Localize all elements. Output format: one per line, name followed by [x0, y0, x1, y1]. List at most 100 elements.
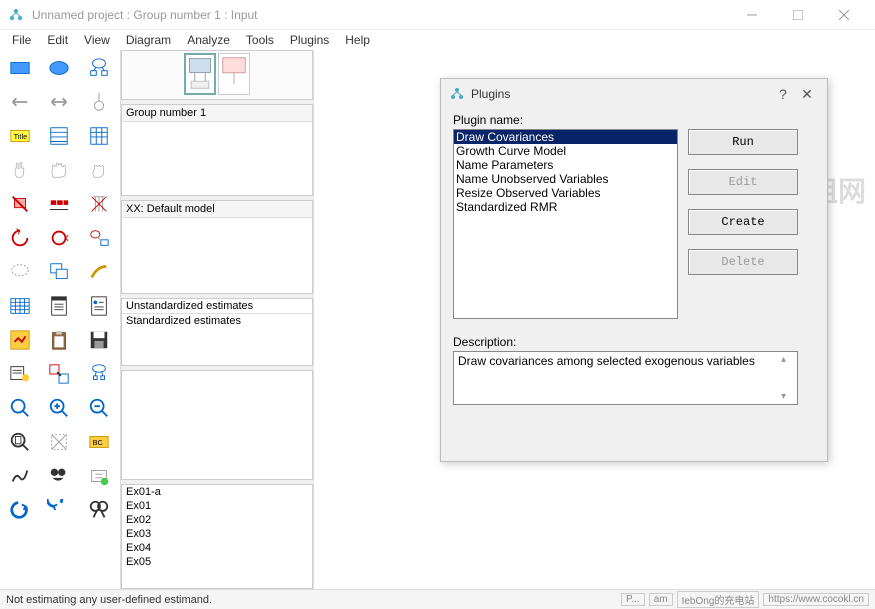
dialog-help-button[interactable]: ?	[771, 86, 795, 102]
close-button[interactable]	[821, 0, 867, 30]
tool-duplicate[interactable]	[41, 256, 77, 288]
tool-redo[interactable]	[2, 494, 38, 526]
dialog-close-button[interactable]: ✕	[795, 86, 819, 103]
app-icon	[8, 7, 24, 23]
models-header[interactable]: XX: Default model	[122, 201, 312, 218]
tool-multi-group[interactable]	[2, 460, 38, 492]
minimize-button[interactable]	[729, 0, 775, 30]
tool-spreadsheet[interactable]	[2, 290, 38, 322]
tool-mirror[interactable]	[81, 222, 117, 254]
tool-loupe[interactable]	[81, 358, 117, 390]
menu-view[interactable]: View	[76, 31, 118, 49]
files-panel: Ex01-aEx01Ex02Ex03Ex04Ex05	[121, 484, 313, 589]
file-item[interactable]: Ex01-a	[122, 485, 312, 499]
tool-output[interactable]	[81, 290, 117, 322]
file-item[interactable]: Ex02	[122, 513, 312, 527]
plugin-item[interactable]: Growth Curve Model	[454, 144, 677, 158]
run-button[interactable]: Run	[688, 129, 798, 155]
tool-left-arrow[interactable]	[2, 86, 38, 118]
tool-resize[interactable]	[41, 426, 77, 458]
tool-list-vars[interactable]	[41, 120, 77, 152]
menu-tools[interactable]: Tools	[238, 31, 282, 49]
tool-analysis[interactable]	[2, 324, 38, 356]
estimate-unstandardized[interactable]: Unstandardized estimates	[122, 299, 312, 314]
file-item[interactable]: Ex04	[122, 541, 312, 555]
plugin-name-label: Plugin name:	[453, 113, 815, 127]
tool-object-props[interactable]	[2, 358, 38, 390]
tool-bayesian[interactable]: BC	[81, 426, 117, 458]
plugin-item[interactable]: Name Parameters	[454, 158, 677, 172]
menu-bar: File Edit View Diagram Analyze Tools Plu…	[0, 30, 875, 50]
description-text: Draw covariances among selected exogenou…	[458, 354, 755, 368]
plugin-item[interactable]: Draw Covariances	[454, 130, 677, 144]
status-seg-1: P...	[621, 593, 645, 606]
tool-print[interactable]	[41, 460, 77, 492]
tool-dataset[interactable]	[81, 120, 117, 152]
tool-spec-search[interactable]	[41, 494, 77, 526]
menu-analyze[interactable]: Analyze	[179, 31, 238, 49]
tool-rectangle[interactable]	[2, 52, 38, 84]
plugin-item[interactable]: Standardized RMR	[454, 200, 677, 214]
tool-shred[interactable]	[81, 188, 117, 220]
tool-zoom-out[interactable]	[81, 392, 117, 424]
file-item[interactable]: Ex05	[122, 555, 312, 569]
tool-ellipse[interactable]	[41, 52, 77, 84]
menu-help[interactable]: Help	[337, 31, 378, 49]
tool-multi-hand[interactable]	[41, 154, 77, 186]
tool-lasso[interactable]	[2, 256, 38, 288]
tool-save[interactable]	[81, 324, 117, 356]
tool-properties[interactable]	[41, 290, 77, 322]
menu-diagram[interactable]: Diagram	[118, 31, 179, 49]
thumbnail-input[interactable]	[184, 53, 216, 95]
menu-file[interactable]: File	[4, 31, 39, 49]
tool-right-arrow[interactable]	[41, 86, 77, 118]
svg-text:BC: BC	[92, 438, 103, 447]
description-box[interactable]: Draw covariances among selected exogenou…	[453, 351, 798, 405]
file-item[interactable]: Ex03	[122, 527, 312, 541]
tool-drag-props[interactable]	[41, 358, 77, 390]
delete-button[interactable]: Delete	[688, 249, 798, 275]
description-scroll[interactable]: ▴▾	[781, 354, 795, 402]
model-thumbnails	[121, 50, 313, 100]
tool-zoom-in[interactable]	[41, 392, 77, 424]
tool-zoom-area[interactable]	[2, 392, 38, 424]
groups-header[interactable]: Group number 1	[122, 105, 312, 122]
tool-undo[interactable]	[81, 460, 117, 492]
estimate-standardized[interactable]: Standardized estimates	[122, 314, 312, 328]
models-panel: XX: Default model	[121, 200, 313, 294]
tool-grab[interactable]	[81, 154, 117, 186]
tool-title[interactable]: Title	[2, 120, 38, 152]
dialog-title: Plugins	[471, 87, 771, 101]
edit-button[interactable]: Edit	[688, 169, 798, 195]
plugin-list[interactable]: Draw CovariancesGrowth Curve ModelName P…	[453, 129, 678, 319]
tool-latent-var[interactable]	[81, 52, 117, 84]
tool-connector[interactable]	[81, 86, 117, 118]
plugin-item[interactable]: Resize Observed Variables	[454, 186, 677, 200]
description-label: Description:	[453, 335, 815, 349]
tool-rotate-cw[interactable]	[41, 222, 77, 254]
status-seg-2: am	[649, 593, 673, 606]
maximize-button[interactable]	[775, 0, 821, 30]
dialog-titlebar[interactable]: Plugins ? ✕	[441, 79, 827, 109]
tool-single-hand[interactable]	[2, 154, 38, 186]
plugin-item[interactable]: Name Unobserved Variables	[454, 172, 677, 186]
parameters-panel	[121, 370, 313, 480]
file-item[interactable]: Ex01	[122, 499, 312, 513]
dialog-icon	[449, 86, 465, 102]
menu-plugins[interactable]: Plugins	[282, 31, 337, 49]
tool-erase-multi[interactable]	[41, 188, 77, 220]
tool-rotate-left[interactable]	[2, 222, 38, 254]
window-title: Unnamed project : Group number 1 : Input	[32, 8, 729, 22]
side-panels: Group number 1 XX: Default model Unstand…	[121, 50, 313, 589]
menu-edit[interactable]: Edit	[39, 31, 76, 49]
status-seg-4: https://www.cocokl.cn	[763, 593, 869, 606]
plugins-dialog: Plugins ? ✕ Plugin name: Draw Covariance…	[440, 78, 828, 462]
tool-find[interactable]	[81, 494, 117, 526]
tool-fit-page[interactable]	[2, 426, 38, 458]
tool-erase-single[interactable]	[2, 188, 38, 220]
create-button[interactable]: Create	[688, 209, 798, 235]
tool-touch-up[interactable]	[81, 256, 117, 288]
tool-clipboard[interactable]	[41, 324, 77, 356]
status-seg-3: IebOng的充电站	[677, 591, 760, 608]
thumbnail-output[interactable]	[218, 53, 250, 95]
